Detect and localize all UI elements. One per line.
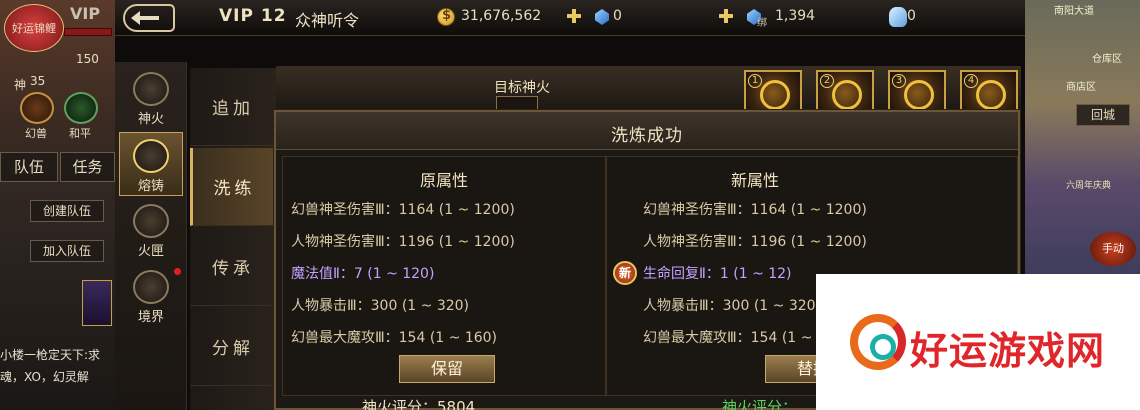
illusion-mode-button[interactable] [20, 92, 54, 124]
bound-diamond-amount: 1,394 [775, 8, 816, 24]
site-watermark: 好运游戏网 [816, 274, 1140, 410]
new-attribute-badge: 新 [613, 261, 637, 285]
map-label: 南阳大道 [1054, 6, 1094, 17]
fire-ring-icon [976, 80, 1006, 110]
side-tab-realm[interactable]: 境界 [119, 264, 183, 328]
chat-line: 小楼一枪定天下:求 [0, 348, 101, 362]
level-label: 神 [14, 78, 27, 92]
join-team-button[interactable]: 加入队伍 [30, 240, 104, 262]
fire-ring-icon [832, 80, 862, 110]
attribute-line: 幻兽神圣伤害Ⅲ：1164 (1 ~ 1200) [643, 202, 867, 218]
attribute-line: 生命回复Ⅱ：1 (1 ~ 12) [643, 266, 792, 282]
dialog-title: 洗炼成功 [611, 126, 683, 146]
diamond-amount: 0 [613, 8, 622, 24]
tab-team[interactable]: 队伍 [0, 152, 58, 182]
attribute-line: 人物暴击Ⅲ：300 (1 ~ 320) [643, 298, 822, 314]
keep-button[interactable]: 保留 [399, 355, 495, 383]
event-text: 六周年庆典 [1066, 181, 1112, 191]
sub-tab-inherit[interactable]: 传承 [190, 228, 276, 306]
power-value: 150 [76, 52, 99, 66]
chat-line: 魂，XO，幻灵解 [0, 370, 89, 384]
peace-mode-button[interactable] [64, 92, 98, 124]
diamond-icon [595, 9, 609, 25]
attribute-line: 人物暴击Ⅲ：300 (1 ~ 320) [291, 298, 470, 314]
ice-crystal-amount: 0 [907, 8, 916, 24]
target-fire-label: 目标神火 [494, 80, 550, 96]
sub-tab-bar: 追加 洗练 传承 分解 [190, 68, 276, 410]
new-attributes-title: 新属性 [730, 171, 779, 190]
return-city-button[interactable]: 回城 [1076, 104, 1130, 126]
gold-coin-icon [437, 8, 455, 26]
old-fire-score: 神火评分：5804 [362, 398, 476, 410]
auto-battle-button[interactable]: 手动 [1090, 232, 1136, 266]
divine-fire-icon [133, 72, 169, 106]
side-tab-divine-fire[interactable]: 神火 [119, 66, 183, 130]
attribute-line: 幻兽最大魔攻Ⅲ：154 (1 ~ 160) [291, 330, 498, 346]
side-tab-bar: 神火 熔铸 火匣 境界 [115, 62, 187, 410]
fire-ring-icon [904, 80, 934, 110]
back-button[interactable] [123, 4, 175, 32]
sub-tab-decompose[interactable]: 分解 [190, 308, 276, 386]
attribute-line: 人物神圣伤害Ⅲ：1196 (1 ~ 1200) [643, 234, 867, 250]
forge-icon [133, 139, 169, 173]
realm-icon [133, 270, 169, 304]
tab-task[interactable]: 任务 [60, 152, 115, 182]
attribute-line: 魔法值Ⅱ：7 (1 ~ 120) [291, 266, 435, 282]
site-logo-icon [850, 314, 906, 370]
attribute-line: 幻兽神圣伤害Ⅲ：1164 (1 ~ 1200) [291, 202, 515, 218]
dialog-header: 洗炼成功 [276, 112, 1018, 150]
fire-box-icon [133, 204, 169, 238]
hp-bar [64, 28, 112, 36]
map-label: 商店区 [1066, 82, 1096, 93]
sub-tab-refine[interactable]: 洗练 [190, 148, 276, 226]
old-attributes-panel: 原属性 幻兽神圣伤害Ⅲ：1164 (1 ~ 1200) 人物神圣伤害Ⅲ：1196… [282, 156, 606, 396]
illusion-mode-label: 幻兽 [25, 127, 47, 140]
side-tab-fire-box[interactable]: 火匣 [119, 198, 183, 262]
top-bar: VIP 12 众神听令 31,676,562 0 绑 1,394 0 [115, 0, 1025, 36]
attribute-line: 人物神圣伤害Ⅲ：1196 (1 ~ 1200) [291, 234, 515, 250]
item-portrait[interactable] [82, 280, 112, 326]
notification-dot [174, 268, 181, 275]
create-team-button[interactable]: 创建队伍 [30, 200, 104, 222]
bound-tag: 绑 [757, 18, 767, 29]
add-diamond-button[interactable] [567, 9, 581, 23]
level-value: 35 [30, 74, 46, 88]
map-label: 仓库区 [1092, 54, 1122, 65]
watermark-text: 好运游戏网 [910, 329, 1106, 373]
ice-crystal-icon [889, 7, 907, 27]
side-tab-forge[interactable]: 熔铸 [119, 132, 183, 196]
page-title: 众神听令 [295, 11, 360, 30]
fire-ring-icon [760, 80, 790, 110]
sub-tab-append[interactable]: 追加 [190, 68, 276, 146]
guild-banner: 好运锦鲤 [4, 4, 64, 52]
vip-level: VIP 12 [219, 6, 287, 26]
gold-amount: 31,676,562 [461, 8, 542, 24]
vip-small-label: VIP [70, 4, 101, 23]
add-bound-diamond-button[interactable] [719, 9, 733, 23]
new-fire-score: 神火评分： [722, 398, 798, 410]
peace-mode-label: 和平 [69, 127, 91, 140]
